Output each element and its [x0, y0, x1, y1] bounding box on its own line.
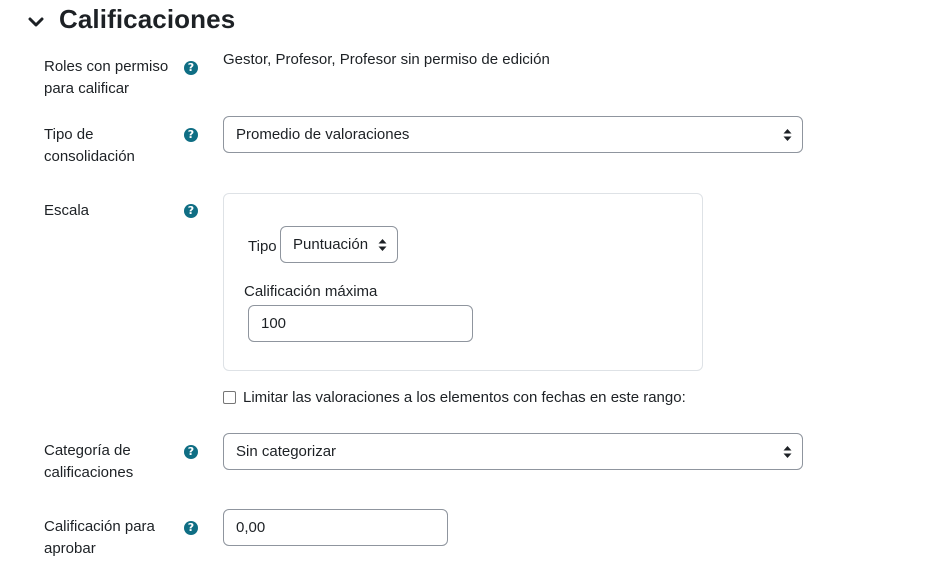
scale-label: Escala	[44, 202, 90, 219]
section-title: Calificaciones	[59, 4, 236, 34]
select-caret-icon	[783, 446, 792, 458]
scale-type-select[interactable]: Puntuación	[280, 226, 398, 263]
help-icon[interactable]: ?	[184, 521, 198, 535]
grade-to-pass-input[interactable]: 0,00	[223, 509, 448, 546]
roles-value: Gestor, Profesor, Profesor sin permiso d…	[223, 51, 550, 68]
scale-type-label: Tipo	[248, 238, 277, 255]
max-grade-input[interactable]: 100	[248, 305, 473, 342]
help-icon[interactable]: ?	[184, 445, 198, 459]
aggregate-label: Tipo de consolidación	[44, 126, 135, 165]
scale-type-value: Puntuación	[293, 236, 369, 253]
limit-dates-checkbox[interactable]	[223, 391, 236, 404]
max-grade-label: Calificación máxima	[244, 283, 378, 300]
aggregate-select[interactable]: Promedio de valoraciones	[223, 116, 803, 153]
roles-label: Roles con permiso para calificar	[44, 58, 169, 97]
help-icon[interactable]: ?	[184, 61, 198, 75]
section-toggle[interactable]: Calificaciones	[28, 4, 235, 35]
select-caret-icon	[378, 239, 387, 251]
help-icon[interactable]: ?	[184, 128, 198, 142]
aggregate-select-value: Promedio de valoraciones	[236, 126, 410, 143]
grade-to-pass-label: Calificación para aprobar	[44, 518, 155, 557]
select-caret-icon	[783, 129, 792, 141]
grade-category-label: Categoría de calificaciones	[44, 442, 134, 481]
chevron-down-icon	[28, 17, 44, 26]
grade-category-select[interactable]: Sin categorizar	[223, 433, 803, 470]
grade-category-value: Sin categorizar	[236, 443, 337, 460]
limit-dates-label: Limitar las valoraciones a los elementos…	[243, 389, 686, 406]
help-icon[interactable]: ?	[184, 204, 198, 218]
